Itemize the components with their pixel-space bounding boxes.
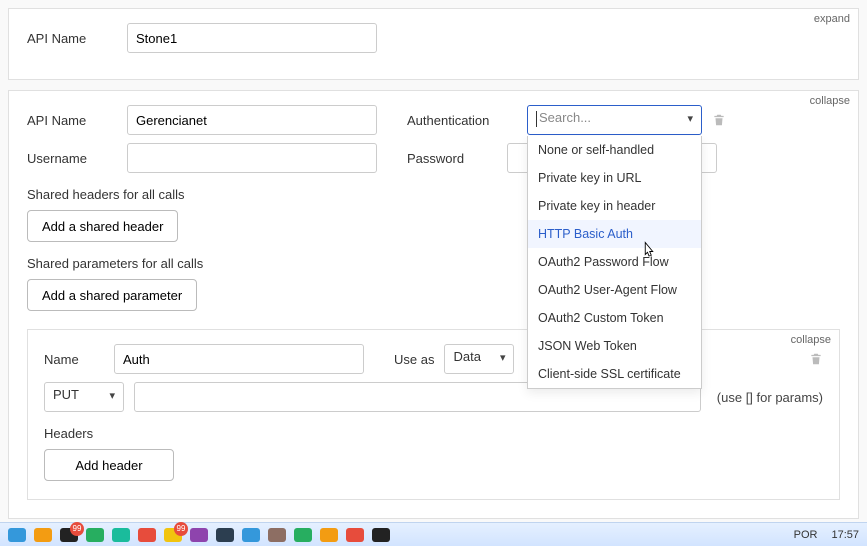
add-header-button[interactable]: Add header xyxy=(44,449,174,481)
authentication-option[interactable]: HTTP Basic Auth xyxy=(528,220,701,248)
authentication-label: Authentication xyxy=(407,113,517,128)
authentication-option[interactable]: Private key in URL xyxy=(528,164,701,192)
url-hint: (use [] for params) xyxy=(717,390,823,405)
api-name-input[interactable] xyxy=(127,23,377,53)
taskbar-app-icon[interactable] xyxy=(138,528,156,542)
api-name-label: API Name xyxy=(27,113,117,128)
authentication-option[interactable]: JSON Web Token xyxy=(528,332,701,360)
expand-link[interactable]: expand xyxy=(814,13,850,25)
taskbar: POR 17:57 xyxy=(0,522,867,546)
authentication-option[interactable]: None or self-handled xyxy=(528,136,701,164)
use-as-select[interactable]: Data xyxy=(444,344,514,374)
call-name-input[interactable] xyxy=(114,344,364,374)
password-label: Password xyxy=(407,151,497,166)
authentication-option[interactable]: OAuth2 Password Flow xyxy=(528,248,701,276)
username-input[interactable] xyxy=(127,143,377,173)
taskbar-app-icon[interactable] xyxy=(8,528,26,542)
authentication-option[interactable]: Client-side SSL certificate xyxy=(528,360,701,388)
authentication-option[interactable]: OAuth2 Custom Token xyxy=(528,304,701,332)
authentication-option[interactable]: Private key in header xyxy=(528,192,701,220)
authentication-select[interactable]: Search... xyxy=(527,105,702,135)
shared-headers-title: Shared headers for all calls xyxy=(27,187,840,202)
taskbar-app-icon[interactable] xyxy=(320,528,338,542)
taskbar-clock: 17:57 xyxy=(831,529,859,541)
taskbar-app-icon[interactable] xyxy=(372,528,390,542)
headers-title: Headers xyxy=(44,426,823,441)
add-shared-header-button[interactable]: Add a shared header xyxy=(27,210,178,242)
taskbar-app-icon[interactable] xyxy=(164,528,182,542)
taskbar-app-icon[interactable] xyxy=(268,528,286,542)
api-call-panel: collapse Name Use as Data Data type JSON… xyxy=(27,329,840,500)
authentication-option[interactable]: OAuth2 User-Agent Flow xyxy=(528,276,701,304)
taskbar-app-icon[interactable] xyxy=(60,528,78,542)
authentication-dropdown: None or self-handledPrivate key in URLPr… xyxy=(527,136,702,389)
call-name-label: Name xyxy=(44,352,104,367)
api-panel-stone1: expand API Name xyxy=(8,8,859,80)
trash-icon[interactable] xyxy=(809,351,823,367)
api-panel-gerencianet: collapse API Name Authentication Search.… xyxy=(8,90,859,519)
taskbar-app-icon[interactable] xyxy=(190,528,208,542)
collapse-link[interactable]: collapse xyxy=(791,334,831,346)
taskbar-language[interactable]: POR xyxy=(794,529,818,541)
add-shared-parameter-button[interactable]: Add a shared parameter xyxy=(27,279,197,311)
taskbar-app-icon[interactable] xyxy=(242,528,260,542)
taskbar-app-icon[interactable] xyxy=(294,528,312,542)
api-name-input[interactable] xyxy=(127,105,377,135)
taskbar-app-icon[interactable] xyxy=(34,528,52,542)
trash-icon[interactable] xyxy=(712,112,726,128)
shared-parameters-title: Shared parameters for all calls xyxy=(27,256,840,271)
http-method-select[interactable]: PUT xyxy=(44,382,124,412)
taskbar-app-icon[interactable] xyxy=(112,528,130,542)
api-name-label: API Name xyxy=(27,31,117,46)
username-label: Username xyxy=(27,151,117,166)
taskbar-app-icon[interactable] xyxy=(86,528,104,542)
authentication-placeholder: Search... xyxy=(539,110,591,125)
collapse-link[interactable]: collapse xyxy=(810,95,850,107)
taskbar-app-icon[interactable] xyxy=(216,528,234,542)
taskbar-app-icon[interactable] xyxy=(346,528,364,542)
use-as-label: Use as xyxy=(394,352,434,367)
